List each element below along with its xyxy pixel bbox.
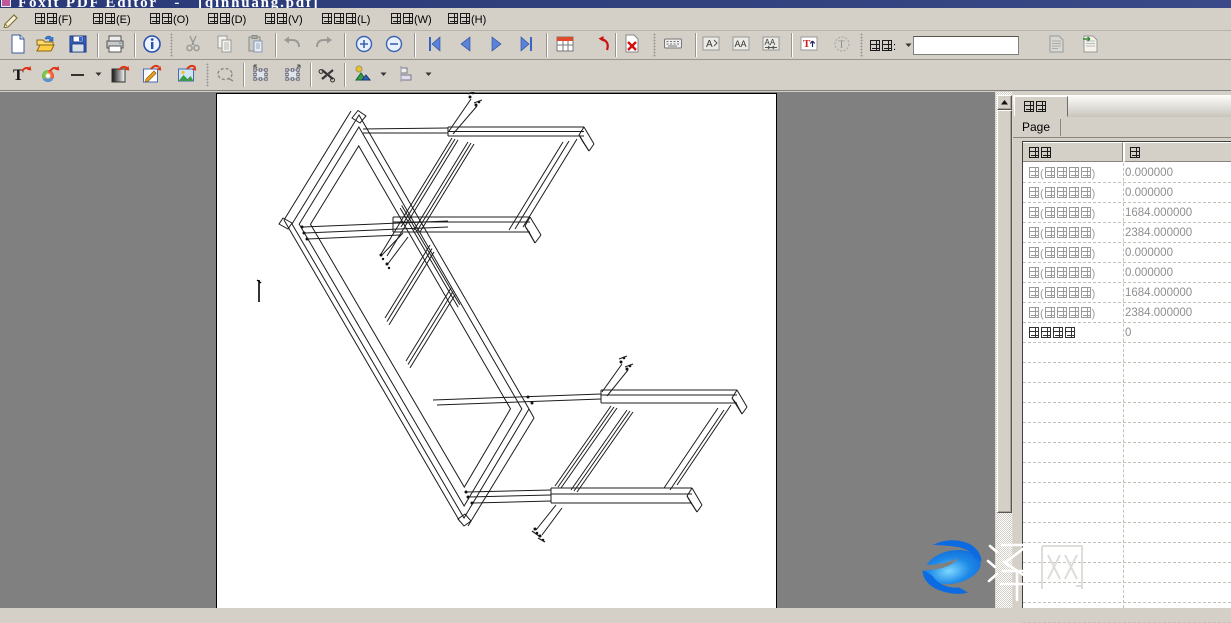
svg-text:T: T <box>803 38 811 50</box>
svg-text:AA: AA <box>735 39 747 49</box>
svg-text:T: T <box>839 40 845 51</box>
svg-text:A: A <box>706 39 713 50</box>
svg-text:AA: AA <box>765 38 776 47</box>
